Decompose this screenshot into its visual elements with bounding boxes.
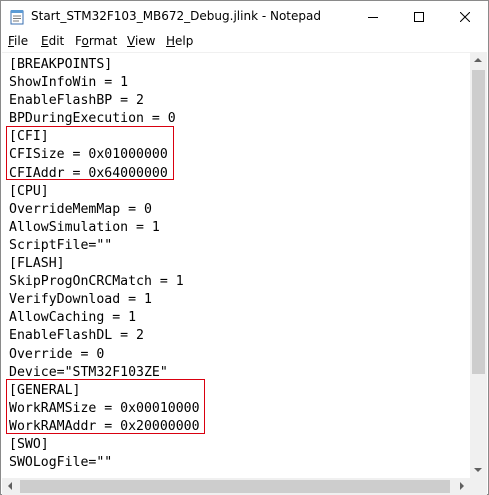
menu-format[interactable]: Format <box>75 34 117 48</box>
general-highlight-box <box>6 379 205 434</box>
editor-line: AllowCaching = 1 <box>9 310 137 326</box>
maximize-button[interactable] <box>396 1 442 32</box>
scroll-left-icon[interactable] <box>8 482 12 490</box>
editor-line: SWOLogFile="" <box>9 455 113 471</box>
close-icon <box>460 11 470 22</box>
editor-line: [CPU] <box>9 183 49 199</box>
minimize-icon <box>368 16 378 18</box>
scroll-right-icon[interactable] <box>460 482 464 490</box>
editor-line: OverrideMemMap = 0 <box>9 201 152 217</box>
menu-edit-key: E <box>41 34 49 48</box>
menu-file-rest: ile <box>14 34 29 48</box>
cfi-highlight-box <box>6 126 174 180</box>
scroll-up-icon[interactable] <box>474 58 482 62</box>
minimize-button[interactable] <box>350 1 396 32</box>
horizontal-scrollbar[interactable] <box>2 478 470 495</box>
vertical-scrollbar[interactable] <box>470 52 487 478</box>
horizontal-scroll-thumb[interactable] <box>20 480 450 493</box>
editor-line: ScriptFile="" <box>9 237 113 253</box>
editor-line: [FLASH] <box>9 256 65 272</box>
menu-bar: File Edit Format View Help <box>1 32 488 52</box>
menu-edit[interactable]: Edit <box>41 34 64 48</box>
editor-line: AllowSimulation = 1 <box>9 219 160 235</box>
editor-line: SkipProgOnCRCMatch = 1 <box>9 274 184 290</box>
text-editor[interactable]: [BREAKPOINTS] ShowInfoWin = 1 EnableFlashB… <box>2 52 470 478</box>
menu-format-key: o <box>81 34 89 48</box>
editor-line: ShowInfoWin = 1 <box>9 75 129 91</box>
vertical-scroll-thumb[interactable] <box>472 70 485 374</box>
editor-line: Override = 0 <box>9 346 105 362</box>
editor-line: EnableFlashBP = 2 <box>9 93 144 109</box>
title-bar[interactable]: Start_STM32F103_MB672_Debug.jlink - Note… <box>1 1 488 32</box>
window-title: Start_STM32F103_MB672_Debug.jlink - Note… <box>31 9 321 23</box>
editor-line: [SWO] <box>9 436 49 452</box>
scrollbar-corner <box>470 478 487 495</box>
menu-file[interactable]: File <box>8 34 28 48</box>
menu-help-key: H <box>166 34 176 48</box>
menu-view-key: V <box>127 34 135 48</box>
editor-line: EnableFlashDL = 2 <box>9 328 144 344</box>
menu-help-rest: elp <box>175 34 194 48</box>
menu-help[interactable]: Help <box>166 34 193 48</box>
close-button[interactable] <box>442 1 488 32</box>
scroll-down-icon[interactable] <box>474 468 482 472</box>
menu-format-rest: rmat <box>88 34 118 48</box>
menu-edit-rest: dit <box>48 34 65 48</box>
menu-view-rest: iew <box>134 34 156 48</box>
maximize-icon <box>414 11 424 22</box>
notepad-window: Start_STM32F103_MB672_Debug.jlink - Note… <box>0 0 489 495</box>
menu-view[interactable]: View <box>127 34 155 48</box>
editor-line: [BREAKPOINTS] <box>9 57 113 72</box>
notepad-icon <box>10 10 24 25</box>
editor-line: VerifyDownload = 1 <box>9 292 152 308</box>
